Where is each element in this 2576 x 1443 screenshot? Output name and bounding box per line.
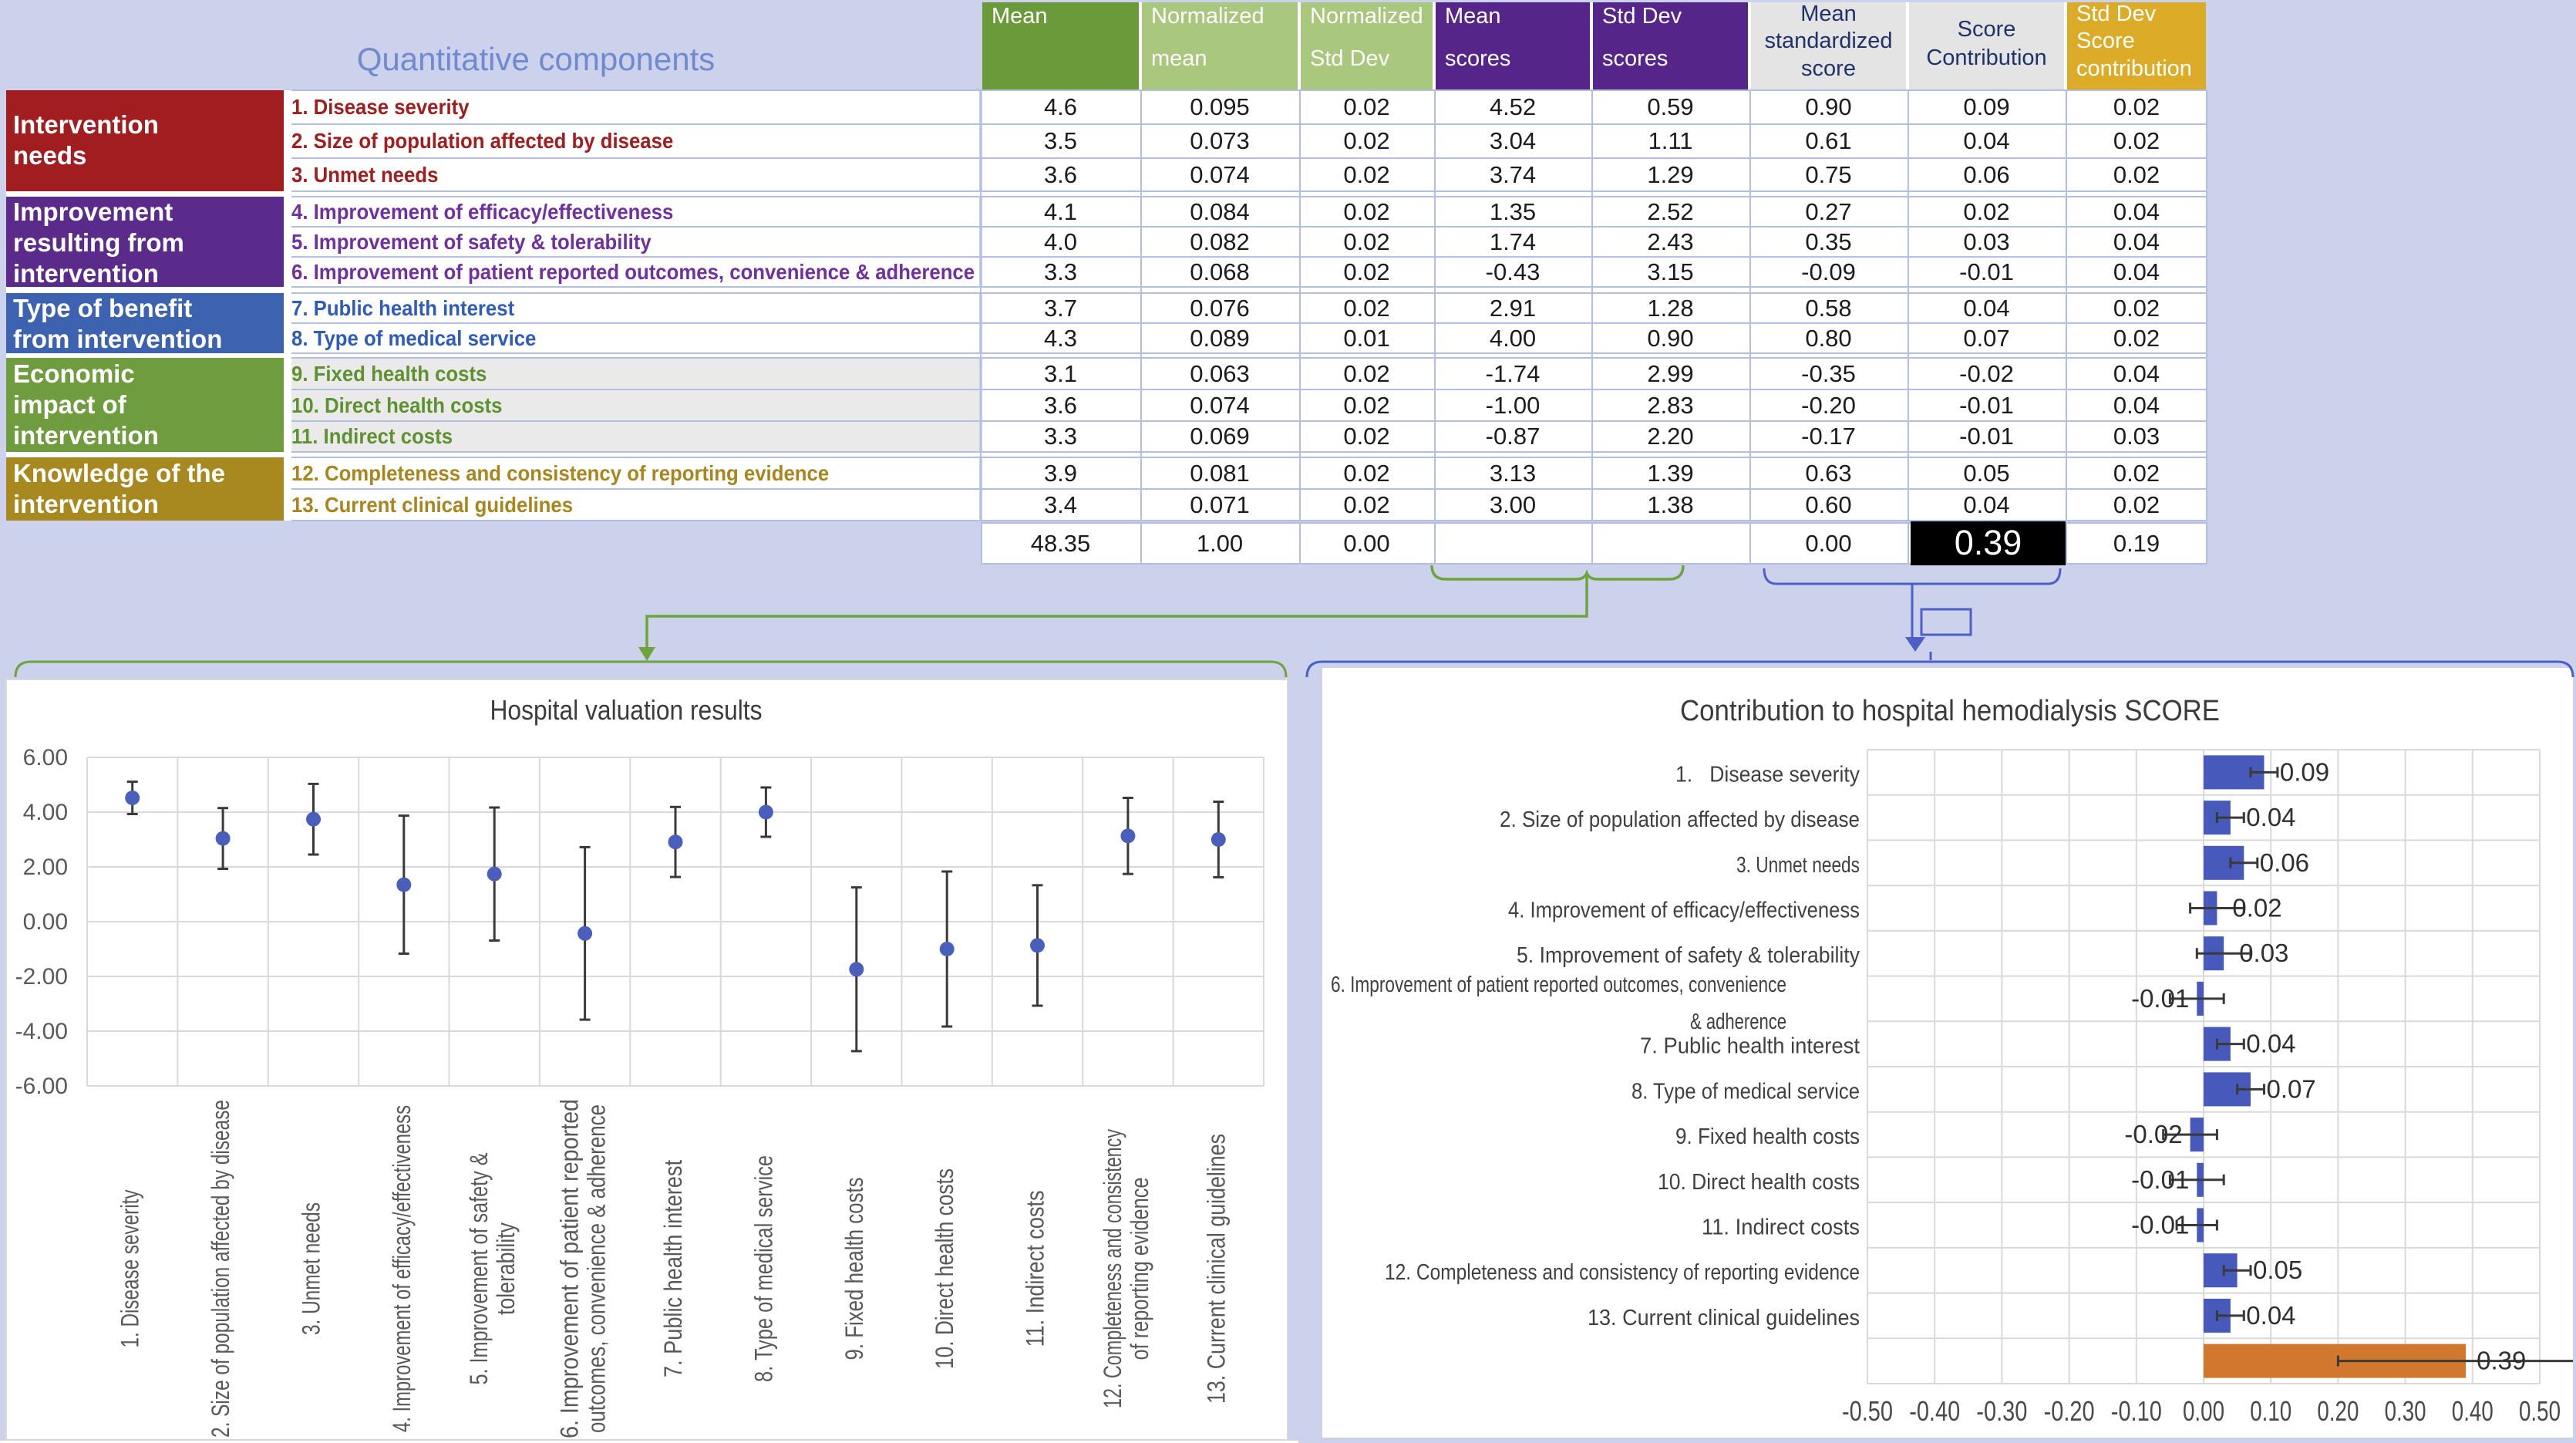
svg-text:8. Type of medical service: 8. Type of medical service: [1631, 1079, 1860, 1104]
svg-text:-0.30: -0.30: [1976, 1395, 2027, 1427]
svg-text:0.09: 0.09: [2280, 757, 2329, 786]
svg-text:9. Fixed health costs: 9. Fixed health costs: [1675, 1124, 1860, 1149]
svg-text:-0.01: -0.01: [2131, 1211, 2189, 1239]
svg-text:0.07: 0.07: [2267, 1074, 2316, 1103]
svg-text:13. Current clinical guideline: 13. Current clinical guidelines: [1588, 1306, 1860, 1330]
svg-text:0.20: 0.20: [2317, 1395, 2359, 1427]
svg-text:0.00: 0.00: [2183, 1395, 2224, 1427]
svg-text:6. Improvement of patient repo: 6. Improvement of patient reported outco…: [1331, 973, 1786, 997]
svg-text:10. Direct health costs: 10. Direct health costs: [1658, 1170, 1860, 1195]
svg-text:0.05: 0.05: [2253, 1256, 2302, 1284]
svg-text:1. Disease severity: 1. Disease severity: [1675, 762, 1860, 787]
svg-text:0.30: 0.30: [2385, 1395, 2426, 1427]
svg-text:2. Size of population affected: 2. Size of population affected by diseas…: [1500, 807, 1860, 832]
svg-text:-0.50: -0.50: [1842, 1395, 1893, 1427]
svg-text:-0.01: -0.01: [2131, 984, 2189, 1013]
svg-text:4. Improvement of efficacy/eff: 4. Improvement of efficacy/effectiveness: [1508, 899, 1860, 923]
svg-text:Contribution to hospital hemod: Contribution to hospital hemodialysis SC…: [1680, 695, 2220, 727]
svg-text:0.10: 0.10: [2250, 1395, 2291, 1427]
svg-text:0.04: 0.04: [2246, 803, 2295, 831]
svg-text:0.04: 0.04: [2246, 1030, 2295, 1058]
svg-text:0.39: 0.39: [2477, 1347, 2526, 1375]
svg-text:& adherence: & adherence: [1690, 1010, 1786, 1034]
svg-text:0.04: 0.04: [2246, 1301, 2295, 1330]
svg-text:5. Improvement of safety & tol: 5. Improvement of safety & tolerability: [1517, 943, 1860, 968]
svg-text:-0.01: -0.01: [2131, 1165, 2189, 1194]
svg-text:0.40: 0.40: [2452, 1395, 2494, 1427]
svg-text:0.06: 0.06: [2260, 848, 2309, 877]
svg-text:0.50: 0.50: [2519, 1395, 2561, 1427]
svg-text:-0.02: -0.02: [2124, 1120, 2182, 1148]
svg-text:-0.10: -0.10: [2111, 1395, 2162, 1427]
svg-text:12. Completeness and consisten: 12. Completeness and consistency of repo…: [1385, 1260, 1860, 1285]
svg-text:0.02: 0.02: [2232, 894, 2281, 922]
svg-text:11. Indirect costs: 11. Indirect costs: [1702, 1215, 1860, 1240]
svg-text:-0.20: -0.20: [2044, 1395, 2095, 1427]
svg-text:0.03: 0.03: [2239, 939, 2288, 967]
svg-text:-0.40: -0.40: [1909, 1395, 1960, 1427]
svg-text:3. Unmet needs: 3. Unmet needs: [1736, 853, 1860, 878]
svg-text:7. Public health interest: 7. Public health interest: [1640, 1034, 1860, 1059]
